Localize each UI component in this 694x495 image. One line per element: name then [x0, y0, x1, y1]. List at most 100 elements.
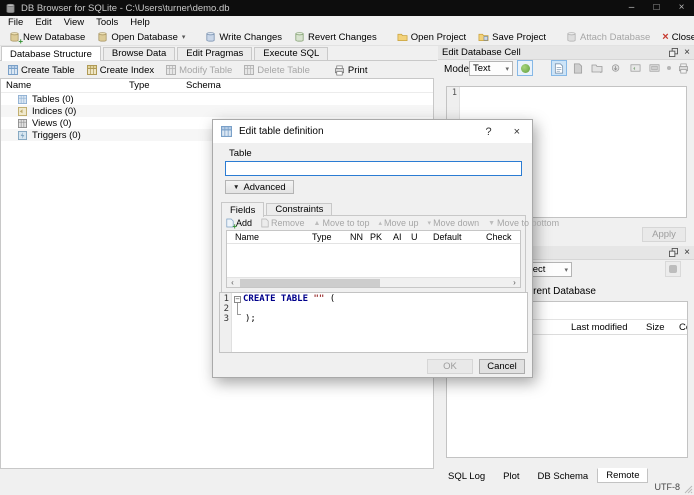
advanced-caret-icon: ▼	[233, 183, 240, 191]
column-header-type[interactable]: Type	[129, 80, 150, 91]
write-changes-button[interactable]: Write Changes	[199, 30, 288, 44]
chevron-down-icon: ▾	[505, 65, 509, 73]
fields-toolbar: + Add Remove ▲ Move to top ▴ Move up ▾ M…	[222, 216, 559, 231]
set-null-icon[interactable]	[665, 60, 672, 76]
column-header-type[interactable]: Type	[312, 232, 332, 242]
save-icon[interactable]	[646, 60, 662, 76]
save-project-button[interactable]: Save Project	[472, 31, 552, 44]
fields-tab-panel: + Add Remove ▲ Move to top ▴ Move up ▾ M…	[221, 215, 559, 293]
column-header-nn[interactable]: NN	[350, 232, 363, 242]
write-changes-icon	[205, 31, 216, 43]
import-from-file-icon[interactable]	[589, 60, 605, 76]
create-index-button[interactable]: Create Index	[81, 64, 160, 77]
resize-grip-icon[interactable]	[684, 485, 693, 494]
open-database-button[interactable]: Open Database ▾	[91, 30, 191, 44]
identity-settings-icon	[669, 265, 677, 273]
create-table-icon	[8, 65, 18, 75]
fold-marker-icon[interactable]: −	[234, 295, 241, 303]
cell-editor-toolbar	[551, 60, 691, 76]
scrollbar-thumb[interactable]	[240, 278, 380, 287]
open-in-external-app-icon[interactable]	[627, 60, 643, 76]
column-header-u[interactable]: U	[411, 232, 418, 242]
column-header-commit[interactable]: Commit	[679, 322, 687, 333]
add-field-button[interactable]: + Add	[226, 218, 252, 231]
horizontal-scrollbar[interactable]: ‹ ›	[227, 277, 520, 287]
mode-select[interactable]: Text ▾	[469, 61, 513, 76]
tab-execute-sql[interactable]: Execute SQL	[254, 47, 329, 60]
menu-tools[interactable]: Tools	[90, 17, 124, 28]
close-icon[interactable]: ×	[669, 0, 694, 16]
dialog-title: Edit table definition	[239, 126, 324, 137]
move-up-icon: ▴	[378, 220, 383, 227]
maximize-icon[interactable]: □	[644, 0, 669, 16]
column-header-name[interactable]: Name	[235, 232, 259, 242]
column-header-check[interactable]: Check	[486, 232, 512, 242]
indices-icon	[18, 106, 27, 116]
minimize-icon[interactable]: –	[619, 0, 644, 16]
open-project-button[interactable]: Open Project	[391, 31, 472, 44]
add-field-icon: +	[226, 218, 237, 231]
tab-remote[interactable]: Remote	[597, 468, 649, 483]
cancel-button[interactable]: Cancel	[479, 359, 525, 374]
binary-mode-icon[interactable]	[570, 60, 586, 76]
tab-plot[interactable]: Plot	[494, 469, 528, 484]
tree-item-tables[interactable]: Tables (0)	[1, 93, 433, 105]
move-up-button: ▴ Move up	[378, 218, 419, 228]
close-panel-icon[interactable]: ×	[684, 47, 690, 58]
column-header-schema[interactable]: Schema	[186, 80, 221, 91]
app-database-icon	[5, 3, 16, 14]
tab-db-schema[interactable]: DB Schema	[529, 469, 598, 484]
move-down-icon: ▾	[427, 220, 432, 227]
menu-help[interactable]: Help	[124, 17, 156, 28]
encoding-indicator[interactable]: UTF-8	[655, 482, 681, 492]
tree-item-indices[interactable]: Indices (0)	[1, 105, 433, 117]
tab-sql-log[interactable]: SQL Log	[439, 469, 494, 484]
open-database-dropdown-icon[interactable]: ▾	[182, 33, 186, 41]
auto-switch-mode-button[interactable]	[517, 60, 533, 76]
column-header-name[interactable]: Name	[6, 80, 31, 91]
dialog-tab-bar: Fields Constraints	[221, 201, 526, 217]
scroll-right-icon[interactable]: ›	[509, 278, 520, 287]
chevron-down-icon: ▾	[564, 266, 568, 274]
scroll-left-icon[interactable]: ‹	[227, 278, 238, 287]
menu-edit[interactable]: Edit	[29, 17, 57, 28]
close-database-button[interactable]: × Close Database	[656, 31, 694, 44]
tab-database-structure[interactable]: Database Structure	[1, 46, 101, 61]
print-icon	[334, 65, 345, 76]
new-database-icon: +	[9, 31, 23, 46]
table-name-input[interactable]	[225, 161, 522, 176]
fields-grid: Name Type NN PK AI U Default Check ‹ ›	[226, 230, 521, 288]
column-header-pk[interactable]: PK	[370, 232, 382, 242]
menu-file[interactable]: File	[2, 17, 29, 28]
sql-preview-code: − CREATE TABLE "" ( );	[232, 293, 335, 352]
column-header-size[interactable]: Size	[646, 322, 664, 333]
new-database-button[interactable]: + New Database	[3, 30, 91, 46]
menu-view[interactable]: View	[58, 17, 90, 28]
export-to-file-icon[interactable]	[608, 60, 624, 76]
tab-browse-data[interactable]: Browse Data	[102, 47, 176, 60]
revert-changes-button[interactable]: Revert Changes	[288, 30, 383, 44]
tab-edit-pragmas[interactable]: Edit Pragmas	[177, 47, 253, 60]
column-header-last-modified[interactable]: Last modified	[571, 322, 628, 333]
advanced-toggle-button[interactable]: ▼ Advanced	[225, 180, 294, 194]
print-cell-icon[interactable]	[675, 60, 691, 76]
delete-table-button: Delete Table	[238, 64, 316, 77]
create-index-icon	[86, 65, 97, 75]
identity-settings-button[interactable]	[665, 261, 681, 277]
sql-keyword: CREATE TABLE	[243, 294, 309, 304]
text-mode-icon[interactable]	[551, 60, 567, 76]
dialog-help-icon[interactable]: ?	[485, 126, 491, 138]
float-panel-icon[interactable]	[669, 248, 679, 257]
tab-fields[interactable]: Fields	[221, 202, 265, 217]
print-button[interactable]: Print	[328, 64, 374, 77]
open-project-icon	[397, 32, 408, 42]
float-panel-icon[interactable]	[669, 48, 679, 57]
column-header-ai[interactable]: AI	[393, 232, 402, 242]
fold-guide-line	[237, 303, 241, 315]
dialog-close-icon[interactable]: ×	[514, 126, 520, 138]
triggers-icon	[18, 130, 27, 140]
close-panel-icon[interactable]: ×	[684, 247, 690, 258]
create-table-button[interactable]: Create Table	[2, 64, 81, 77]
column-header-default[interactable]: Default	[433, 232, 462, 242]
main-toolbar: + New Database Open Database ▾ Write Cha…	[0, 29, 694, 46]
